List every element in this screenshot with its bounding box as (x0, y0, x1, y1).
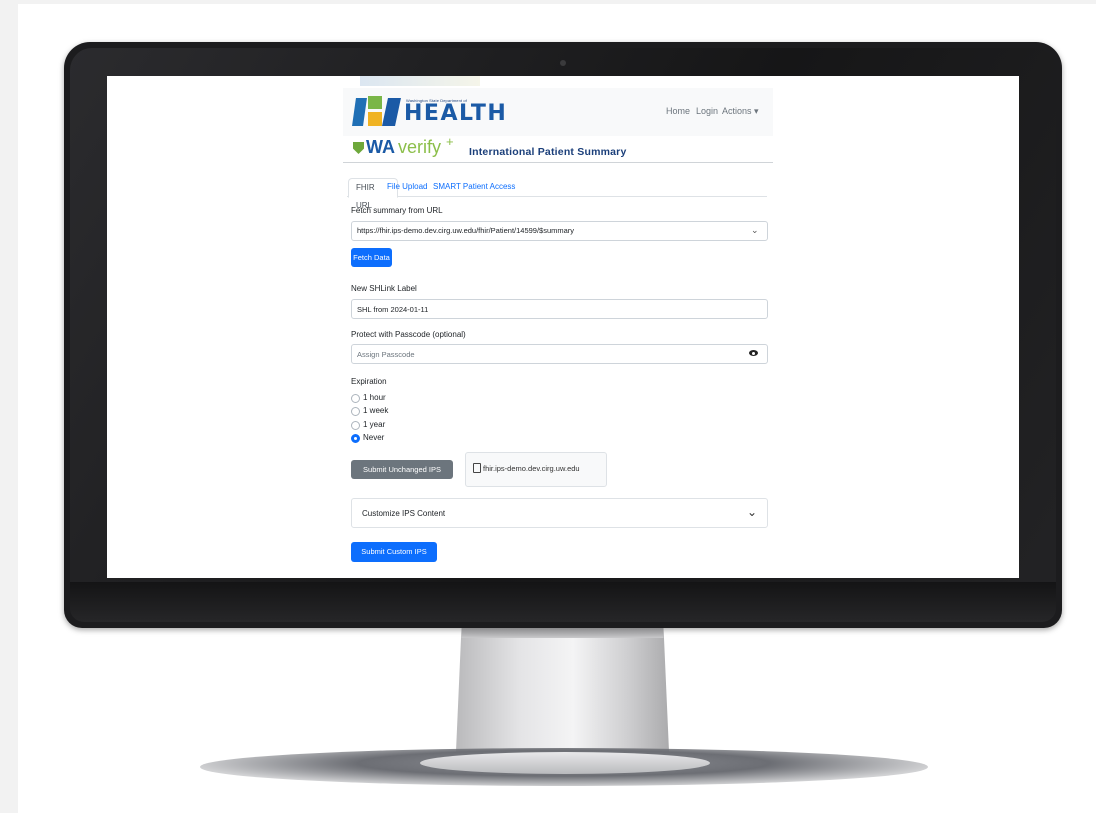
tab-smart-patient-access[interactable]: SMART Patient Access (426, 178, 522, 196)
brand-plus: + (446, 134, 454, 149)
radio-1-year-label: 1 year (363, 420, 386, 429)
nav-login-link[interactable]: Login (696, 106, 718, 116)
passcode-placeholder: Assign Passcode (357, 350, 415, 359)
nav-actions-dropdown[interactable]: Actions ▾ (722, 106, 759, 117)
nav-home-link[interactable]: Home (666, 106, 690, 116)
radio-1-week[interactable] (351, 407, 360, 416)
health-logo-icon[interactable] (352, 96, 404, 128)
tabs-divider (347, 196, 767, 197)
radio-never[interactable] (351, 434, 360, 443)
fetch-url-label: Fetch summary from URL (351, 206, 443, 215)
radio-1-year[interactable] (351, 421, 360, 430)
chevron-down-icon: ⌄ (751, 225, 759, 235)
shlink-label-value: SHL from 2024-01-11 (357, 305, 429, 314)
logo-mark-yellow (368, 112, 382, 126)
brand-wa: WA (366, 137, 395, 157)
brand-verify: verify (398, 137, 442, 157)
logo-mark-darkblue (382, 98, 401, 126)
radio-1-hour-label: 1 hour (363, 393, 386, 402)
radio-1-hour[interactable] (351, 394, 360, 403)
fetch-data-button[interactable]: Fetch Data (351, 248, 392, 267)
logo-mark-blue (352, 98, 367, 126)
radio-1-week-label: 1 week (363, 406, 389, 415)
camera-dot (560, 60, 566, 66)
monitor-stand-top (461, 628, 664, 638)
eye-icon[interactable] (749, 350, 758, 356)
page-title: International Patient Summary (469, 146, 627, 158)
passcode-label: Protect with Passcode (optional) (351, 330, 466, 339)
fetch-url-value: https://fhir.ips-demo.dev.cirg.uw.edu/fh… (357, 226, 575, 235)
submit-unchanged-ips-button[interactable]: Submit Unchanged IPS (351, 460, 453, 479)
file-icon (473, 463, 481, 473)
submit-custom-ips-button[interactable]: Submit Custom IPS (351, 542, 437, 562)
chevron-down-icon: ⌄ (747, 505, 758, 519)
monitor-chin (70, 582, 1056, 622)
scrolled-content-remnant (360, 76, 480, 86)
health-logo-text: HEALTH (404, 101, 508, 126)
logo-mark-green (368, 96, 382, 109)
source-host-text: fhir.ips-demo.dev.cirg.uw.edu (483, 464, 580, 473)
monitor-base (420, 752, 710, 774)
radio-never-label: Never (363, 433, 385, 442)
expiration-label: Expiration (351, 377, 387, 386)
customize-ips-label: Customize IPS Content (362, 509, 446, 518)
shlink-label: New SHLink Label (351, 284, 417, 293)
